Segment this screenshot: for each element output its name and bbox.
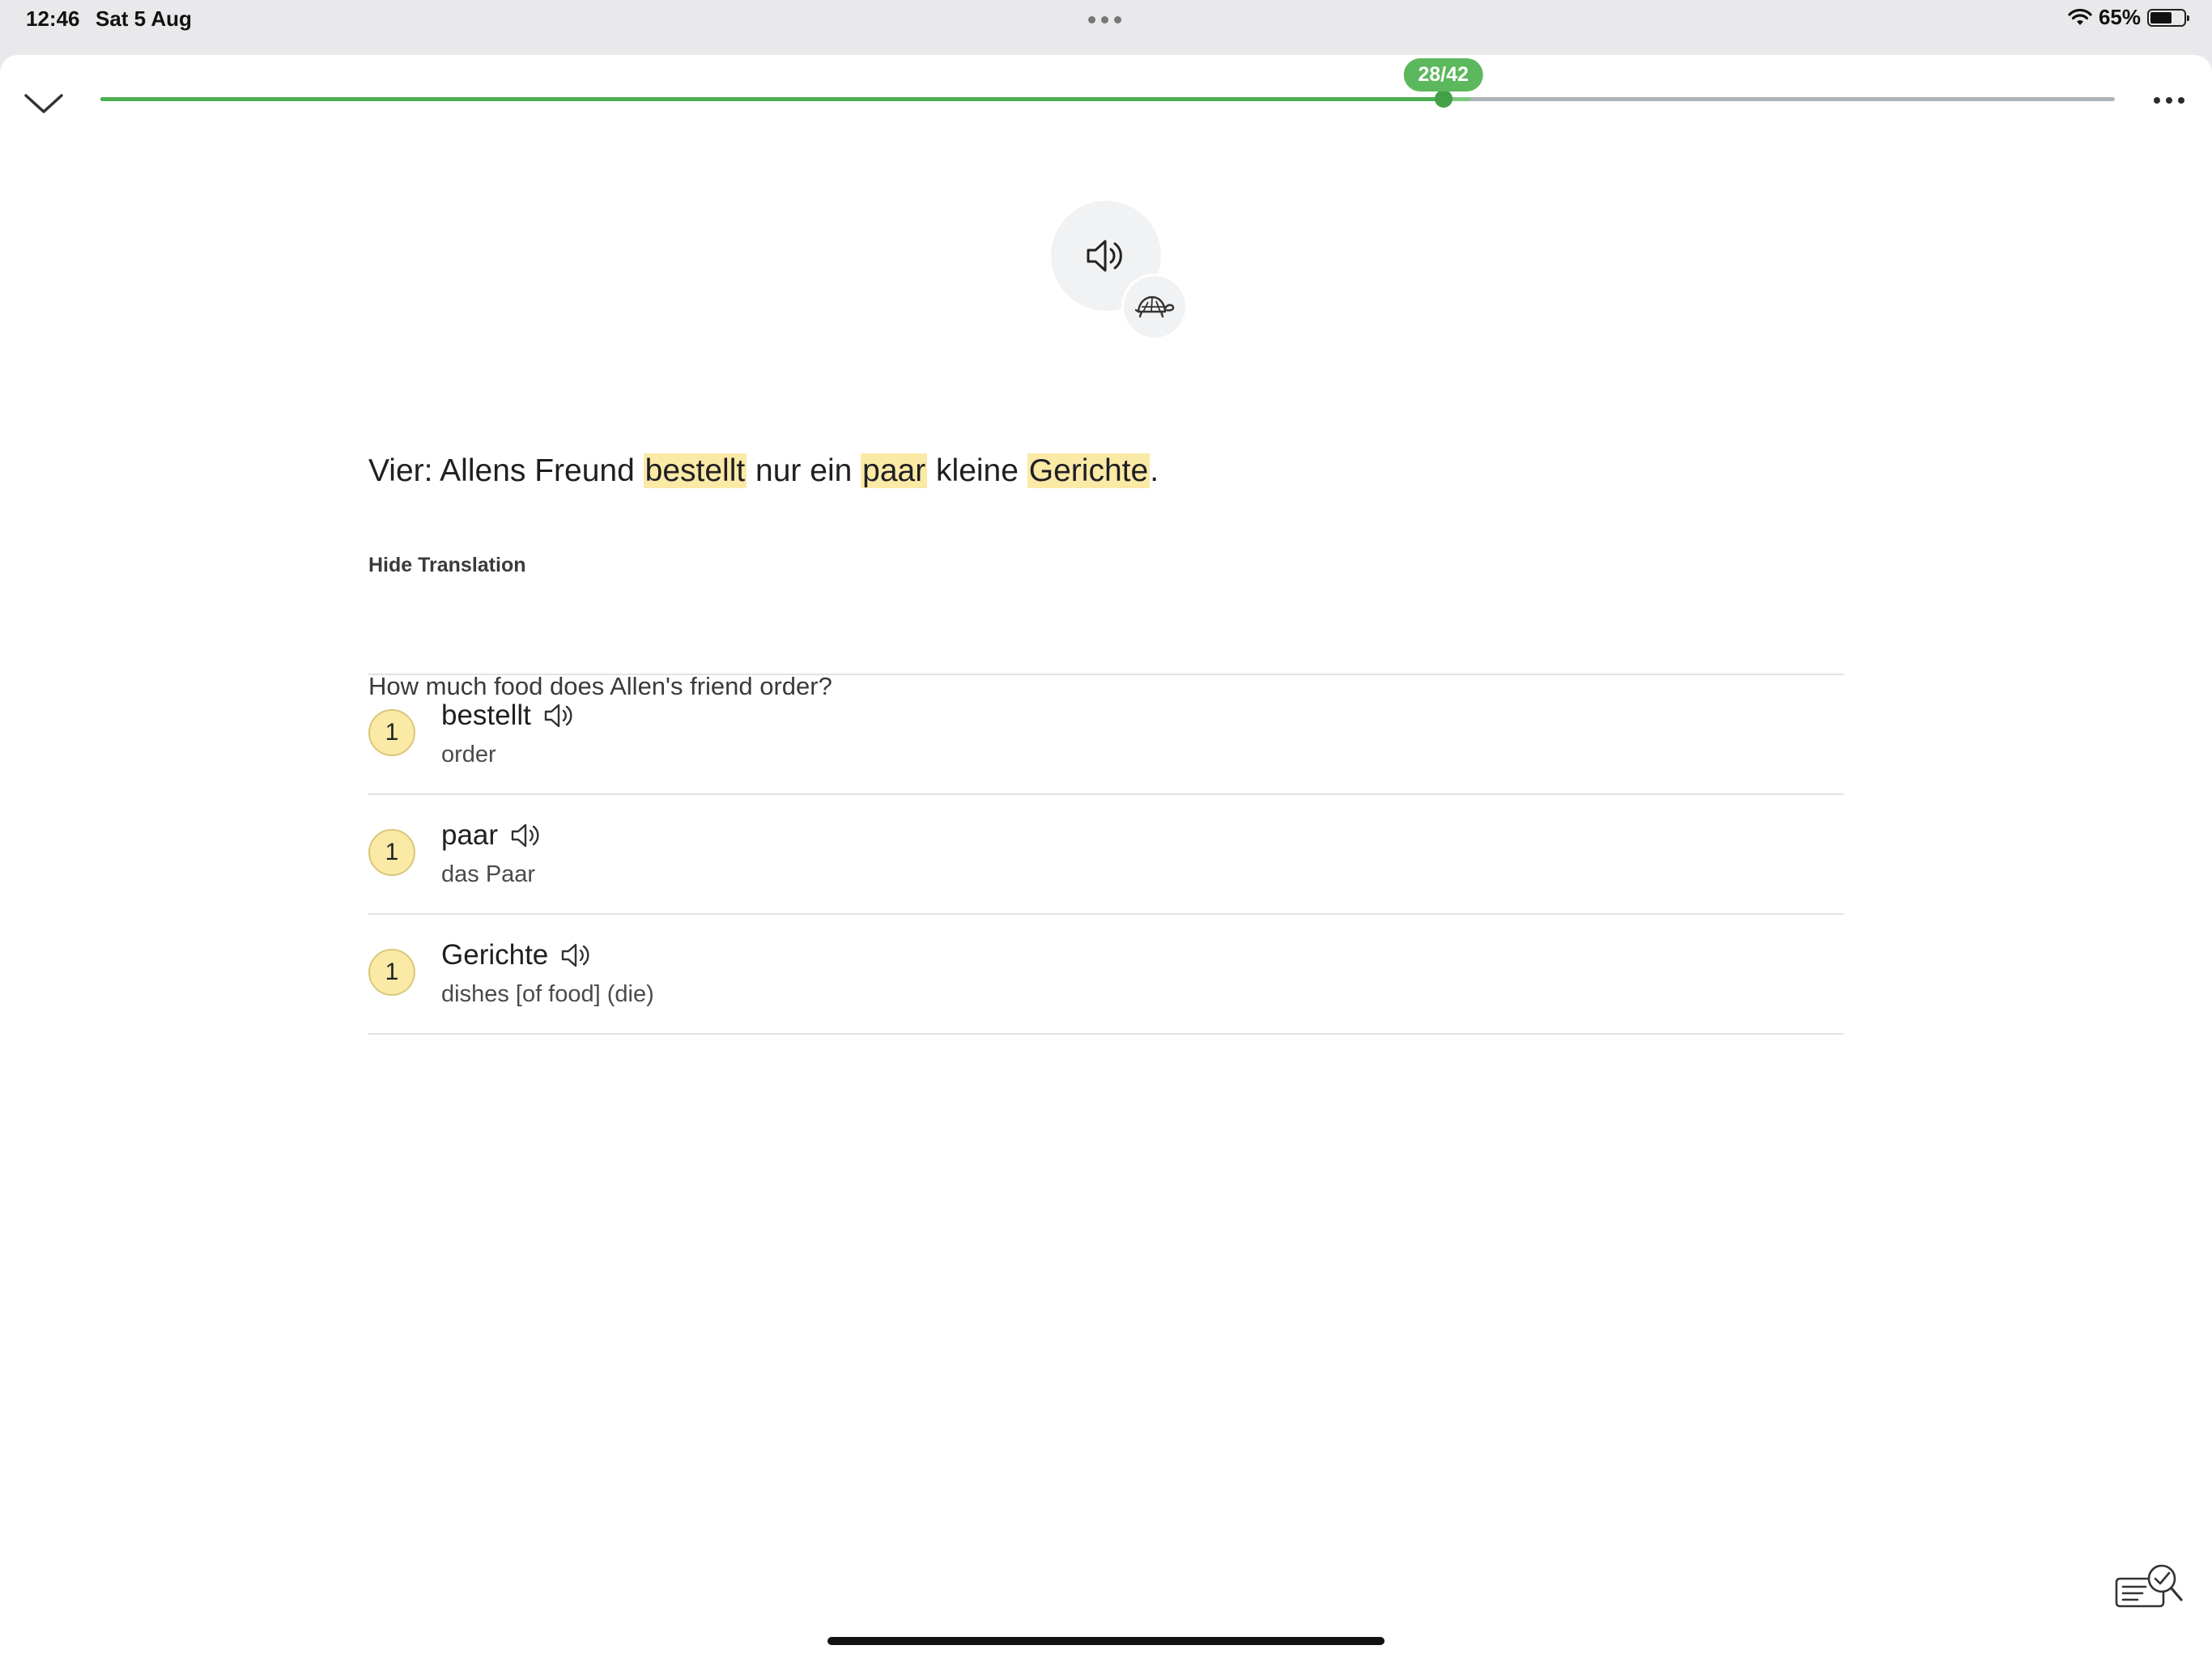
review-search-check-icon[interactable] <box>2113 1561 2184 1614</box>
status-bar: 12:46 Sat 5 Aug 65% <box>0 0 2212 55</box>
collapse-chevron-icon[interactable] <box>21 84 66 125</box>
status-date: Sat 5 Aug <box>96 6 192 31</box>
word-count-badge: 1 <box>368 949 415 996</box>
speaker-icon <box>1087 240 1122 272</box>
status-indicators: 65% <box>2068 5 2189 30</box>
highlighted-word[interactable]: bestellt <box>643 453 747 488</box>
battery-icon <box>2147 8 2189 27</box>
sentence-text: kleine <box>927 453 1027 488</box>
word-list-item[interactable]: 1 paar das Paar <box>368 795 1844 913</box>
multitasking-dots-icon[interactable] <box>1088 16 1121 23</box>
more-options-icon[interactable] <box>2149 92 2189 108</box>
lesson-sheet: 28/42 Vier: Allens Freund bestellt nur e… <box>0 55 2212 1658</box>
progress-fill <box>100 97 1444 101</box>
word-count-badge: 1 <box>368 829 415 876</box>
sentence-text: nur ein <box>747 453 861 488</box>
word-definition: dishes [of food] (die) <box>441 981 654 1007</box>
word-count-badge: 1 <box>368 709 415 756</box>
status-time: 12:46 <box>26 6 80 31</box>
word-speaker-icon[interactable] <box>542 699 578 732</box>
progress-knob[interactable] <box>1434 90 1453 108</box>
divider <box>368 1033 1844 1035</box>
word-speaker-icon[interactable] <box>509 819 545 852</box>
highlighted-word[interactable]: Gerichte <box>1027 453 1151 488</box>
battery-percent: 65% <box>2098 5 2141 29</box>
word-term: paar <box>441 819 499 851</box>
home-indicator[interactable] <box>827 1637 1385 1645</box>
word-list-item[interactable]: 1 Gerichte dishes [of food] (die) <box>368 915 1844 1033</box>
progress-counter-badge: 28/42 <box>1403 58 1483 91</box>
word-term: Gerichte <box>441 939 549 971</box>
word-definition: das Paar <box>441 861 536 887</box>
wifi-icon <box>2068 8 2092 25</box>
sentence-text: Vier: Allens Freund <box>368 453 644 488</box>
target-sentence: Vier: Allens Freund bestellt nur ein paa… <box>368 453 1159 489</box>
word-list-item[interactable]: 1 bestellt order <box>368 675 1844 793</box>
turtle-icon <box>1134 295 1175 318</box>
word-term: bestellt <box>441 699 531 731</box>
sentence-text: . <box>1150 453 1159 488</box>
word-definition: order <box>441 742 496 767</box>
lesson-progress-bar[interactable]: 28/42 <box>100 58 2115 108</box>
word-speaker-icon[interactable] <box>559 939 595 971</box>
highlighted-word[interactable]: paar <box>861 453 928 488</box>
slow-audio-button[interactable] <box>1121 274 1188 340</box>
hide-translation-button[interactable]: Hide Translation <box>368 554 525 577</box>
